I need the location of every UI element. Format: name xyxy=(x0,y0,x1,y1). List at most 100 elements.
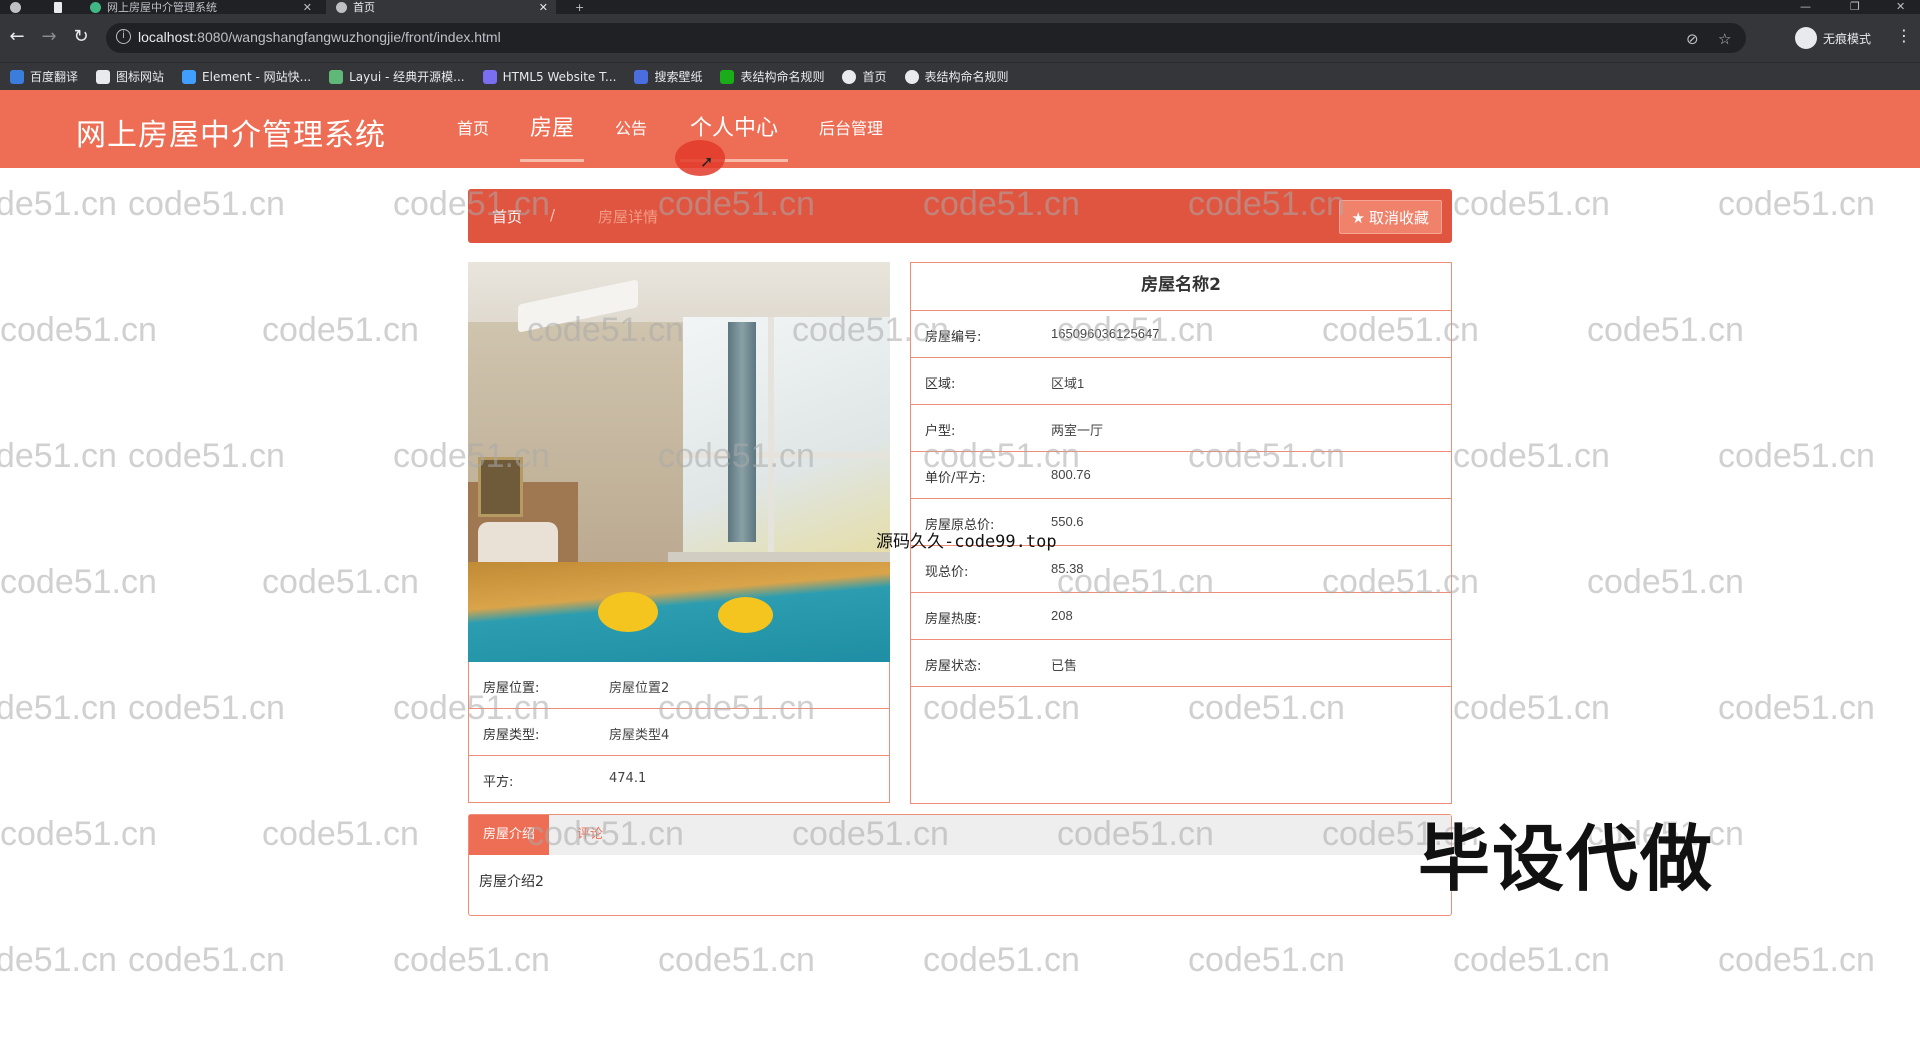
nav-notice[interactable]: 公告 xyxy=(610,90,652,168)
house-photo xyxy=(468,262,890,662)
browser-tab-1[interactable]: 网上房屋中介管理系统 ✕ xyxy=(80,0,320,14)
row-value: 474.1 xyxy=(609,771,647,786)
breadcrumb-home[interactable]: 首页 xyxy=(492,206,522,227)
reload-icon[interactable]: ↻ xyxy=(70,26,92,47)
row-value: 房屋位置2 xyxy=(609,681,670,696)
globe-icon xyxy=(336,1,347,13)
bookmark-icon xyxy=(10,69,24,84)
close-window-icon[interactable]: ✕ xyxy=(1896,0,1905,13)
close-tab-icon[interactable]: ✕ xyxy=(303,1,312,14)
globe-icon xyxy=(842,69,857,84)
window-icon[interactable] xyxy=(44,0,68,14)
url-input[interactable]: i localhost:8080/wangshangfangwuzhongjie… xyxy=(106,23,1746,53)
sheet-icon xyxy=(720,69,735,84)
row-label: 房屋类型: xyxy=(483,728,540,743)
watermark: code51.cn xyxy=(0,815,157,853)
chrome-menu-icon[interactable] xyxy=(0,0,30,14)
nav-house[interactable]: 房屋 xyxy=(520,90,584,168)
row-label: 房屋编号: xyxy=(925,330,982,345)
watermark: code51.cn xyxy=(262,311,419,349)
detail-row-current-price: 现总价: 85.38 xyxy=(911,546,1451,593)
nav-admin[interactable]: 后台管理 xyxy=(818,90,884,168)
bookmark-item[interactable]: 百度翻译 xyxy=(10,68,78,85)
mail-icon xyxy=(482,69,497,84)
row-value: 两室一厅 xyxy=(1051,423,1104,438)
nav-home[interactable]: 首页 xyxy=(452,90,494,168)
row-value: 区域1 xyxy=(1051,376,1085,391)
more-menu-icon[interactable]: ⋮ xyxy=(1896,26,1912,45)
info-icon[interactable]: i xyxy=(116,29,131,44)
forward-icon[interactable]: → xyxy=(38,26,60,47)
watermark: code51.cn xyxy=(1188,941,1345,979)
detail-row-unit-price: 单价/平方: 800.76 xyxy=(911,452,1451,499)
row-label: 房屋状态: xyxy=(925,659,982,674)
wallpaper-icon xyxy=(634,69,649,84)
new-tab-button[interactable]: + xyxy=(575,0,595,14)
element-icon xyxy=(182,69,197,84)
url-text: localhost:8080/wangshangfangwuzhongjie/f… xyxy=(138,29,501,45)
breadcrumb: 首页 / 房屋详情 ★ 取消收藏 xyxy=(468,189,1452,243)
row-label: 区域: xyxy=(925,377,956,392)
row-value: 208 xyxy=(1051,608,1073,623)
house-basic-info: 房屋位置: 房屋位置2 房屋类型: 房屋类型4 平方: 474.1 xyxy=(468,662,890,803)
close-tab-icon[interactable]: ✕ xyxy=(539,1,548,14)
bookmark-item[interactable]: HTML5 Website T... xyxy=(482,69,616,84)
watermark: code51.cn xyxy=(0,437,117,475)
watermark: code51.cn xyxy=(0,311,157,349)
cancel-favorite-button[interactable]: ★ 取消收藏 xyxy=(1338,200,1442,234)
watermark: code51.cn xyxy=(262,563,419,601)
info-row-location: 房屋位置: 房屋位置2 xyxy=(468,662,890,709)
site-brand[interactable]: 网上房屋中介管理系统 xyxy=(76,110,386,154)
watermark: code51.cn xyxy=(1587,563,1744,601)
detail-row-popularity: 房屋热度: 208 xyxy=(911,593,1451,640)
watermark: code51.cn xyxy=(1718,437,1875,475)
tab-content: 房屋介绍2 xyxy=(479,874,544,890)
detail-row-id: 房屋编号: 1650960361256​47 xyxy=(911,311,1451,358)
row-label: 房屋位置: xyxy=(483,681,540,696)
row-label: 现总价: xyxy=(925,565,969,580)
watermark: code51.cn xyxy=(128,185,285,223)
watermark: code51.cn xyxy=(1453,941,1610,979)
watermark: code51.cn xyxy=(1718,689,1875,727)
bookmark-item[interactable]: 搜索壁纸 xyxy=(634,68,702,85)
tab-house-intro[interactable]: 房屋介绍 xyxy=(469,815,550,855)
browser-tab-strip: 网上房屋中介管理系统 ✕ 首页 ✕ + — ❐ ✕ xyxy=(0,0,1920,14)
eye-off-icon[interactable]: ⊘ xyxy=(1686,30,1699,48)
bookmark-item[interactable]: 首页 xyxy=(842,68,887,85)
watermark: code51.cn xyxy=(1453,185,1610,223)
watermark: code51.cn xyxy=(393,941,550,979)
back-icon[interactable]: ← xyxy=(6,26,28,47)
watermark: code51.cn xyxy=(923,941,1080,979)
row-label: 房屋热度: xyxy=(925,612,982,627)
row-value: 1650960361256​47 xyxy=(1051,326,1160,341)
tab-comments[interactable]: 评论 xyxy=(563,815,617,855)
row-label: 单价/平方: xyxy=(925,471,986,486)
incognito-label: 无痕模式 xyxy=(1823,31,1872,46)
bookmark-item[interactable]: Layui - 经典开源模... xyxy=(329,68,465,85)
bookmark-item[interactable]: 表结构命名规则 xyxy=(904,68,1009,85)
bookmark-item[interactable]: 图标网站 xyxy=(96,68,164,85)
tab-header: 房屋介绍 评论 xyxy=(469,815,1451,855)
watermark: code51.cn xyxy=(1718,185,1875,223)
watermark: code51.cn xyxy=(1453,689,1610,727)
info-row-area: 平方: 474.1 xyxy=(468,756,890,803)
watermark: code51.cn xyxy=(0,563,157,601)
incognito-icon xyxy=(1795,27,1817,49)
bookmark-item[interactable]: Element - 网站快... xyxy=(182,68,311,85)
vue-icon xyxy=(90,1,101,13)
house-title: 房屋名称2 xyxy=(911,263,1451,311)
browser-tab-2[interactable]: 首页 ✕ xyxy=(326,0,556,14)
bookmark-item[interactable]: 表结构命名规则 xyxy=(720,68,824,85)
layui-icon xyxy=(329,69,344,84)
row-value: 已售 xyxy=(1051,658,1078,673)
restore-icon[interactable]: ❐ xyxy=(1850,0,1860,13)
row-label: 平方: xyxy=(483,775,514,790)
watermark: code51.cn xyxy=(1587,311,1744,349)
incognito-indicator[interactable]: 无痕模式 xyxy=(1795,23,1871,53)
minimize-icon[interactable]: — xyxy=(1800,0,1811,13)
info-row-type: 房屋类型: 房屋类型4 xyxy=(468,709,890,756)
star-icon[interactable]: ☆ xyxy=(1718,30,1731,48)
star-icon: ★ xyxy=(1351,209,1365,227)
row-value: 房屋类型4 xyxy=(609,728,670,743)
watermark: code51.cn xyxy=(262,815,419,853)
